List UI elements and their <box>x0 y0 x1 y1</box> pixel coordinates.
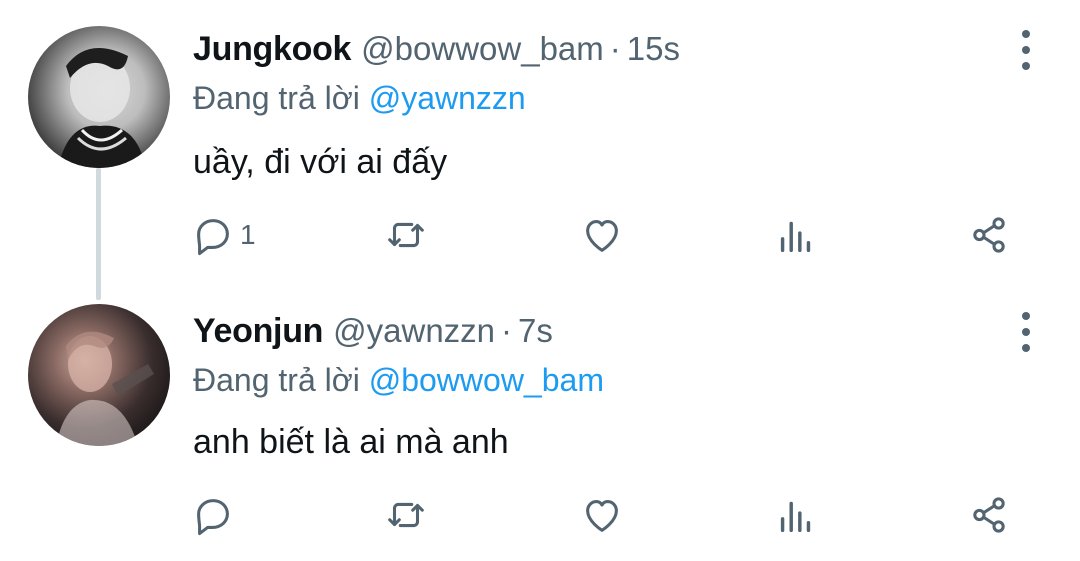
avatar-image <box>58 48 146 168</box>
more-vertical-icon[interactable] <box>1018 312 1034 352</box>
views-icon <box>780 501 811 533</box>
retweet-icon <box>388 502 424 528</box>
retweet-icon <box>388 222 424 248</box>
reply-context: Đang trả lời @bowwow_bam <box>193 362 604 399</box>
reply-count: 1 <box>240 219 256 250</box>
tweet-header: Jungkook @bowwow_bam · 15s <box>193 30 680 69</box>
tweet-text: anh biết là ai mà anh <box>193 423 509 461</box>
avatar-image <box>56 331 154 446</box>
like-button[interactable] <box>579 210 625 260</box>
display-name[interactable]: Yeonjun <box>193 312 323 351</box>
retweet-button[interactable] <box>383 210 429 260</box>
reply-prefix: Đang trả lời <box>193 80 360 116</box>
like-button[interactable] <box>579 490 625 540</box>
reply-mention-link[interactable]: @yawnzzn <box>369 80 526 116</box>
reply-button[interactable] <box>190 490 240 540</box>
share-icon <box>973 497 1005 533</box>
share-button[interactable] <box>966 210 1012 260</box>
avatar[interactable] <box>28 304 170 446</box>
views-icon <box>780 221 811 253</box>
separator-dot: · <box>501 312 513 349</box>
heart-icon <box>586 220 618 252</box>
tweet-header: Yeonjun @yawnzzn · 7s <box>193 312 553 351</box>
separator-dot: · <box>609 30 621 67</box>
reply-icon <box>197 499 229 536</box>
reply-context: Đang trả lời @yawnzzn <box>193 80 526 117</box>
tweet-actions: 1 <box>0 210 1080 260</box>
tweet[interactable]: Yeonjun @yawnzzn · 7s Đang trả lời @boww… <box>0 290 1080 561</box>
avatar[interactable] <box>28 26 170 168</box>
tweet-text: uầy, đi với ai đấy <box>193 143 448 181</box>
timestamp[interactable]: 15s <box>627 30 680 68</box>
reply-icon <box>197 219 229 256</box>
tweet-actions <box>0 490 1080 540</box>
reply-mention-link[interactable]: @bowwow_bam <box>369 362 604 398</box>
views-button[interactable] <box>773 490 819 540</box>
more-vertical-icon[interactable] <box>1018 30 1034 70</box>
reply-button[interactable]: 1 <box>190 210 256 260</box>
tweet[interactable]: Jungkook @bowwow_bam · 15s Đang trả lời … <box>0 0 1080 290</box>
timestamp[interactable]: 7s <box>518 312 553 350</box>
user-handle[interactable]: @yawnzzn <box>333 312 495 350</box>
views-button[interactable] <box>773 210 819 260</box>
retweet-button[interactable] <box>383 490 429 540</box>
display-name[interactable]: Jungkook <box>193 30 351 69</box>
heart-icon <box>586 500 618 532</box>
share-icon <box>973 217 1005 253</box>
reply-prefix: Đang trả lời <box>193 362 360 398</box>
share-button[interactable] <box>966 490 1012 540</box>
user-handle[interactable]: @bowwow_bam <box>361 30 604 68</box>
